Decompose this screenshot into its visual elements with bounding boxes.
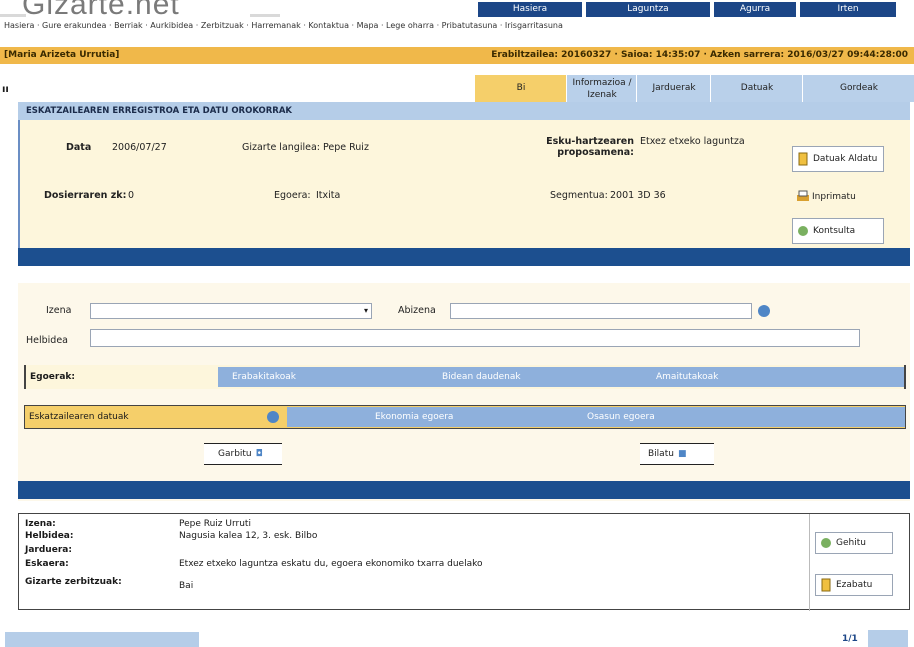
search-icon[interactable] xyxy=(758,305,770,317)
user-name: [Maria Arizeta Urrutia] xyxy=(4,50,120,60)
tab-bar: Bi Informazioa / Izenak Jarduerak Datuak… xyxy=(0,75,914,104)
address-input[interactable] xyxy=(90,329,860,347)
scroll-corner[interactable] xyxy=(868,630,908,647)
edit-icon xyxy=(797,152,809,166)
filter-pending[interactable]: Bidean daudenak xyxy=(442,367,521,387)
result-row: Jarduera: xyxy=(25,545,72,555)
query-button[interactable]: Kontsulta xyxy=(792,218,884,244)
results-box: Izena: Pepe Ruiz Urruti Helbidea: Nagusi… xyxy=(18,513,910,611)
group-toggle-icon[interactable] xyxy=(267,411,279,423)
file-label: Dosierraren zk: xyxy=(44,190,127,201)
group-health[interactable]: Osasun egoera xyxy=(587,407,655,427)
program-value: Etxez etxeko laguntza xyxy=(640,136,745,147)
filter-decided[interactable]: Erabakitakoak xyxy=(232,367,296,387)
print-button[interactable]: Inprimatu xyxy=(792,184,884,210)
edit-data-button[interactable]: Datuak Aldatu xyxy=(792,146,884,172)
session-info: Erabiltzailea: 20160327 · Saioa: 14:35:0… xyxy=(491,50,908,60)
status-value: Itxita xyxy=(316,190,341,201)
result-value: Pepe Ruiz Urruti xyxy=(179,519,251,529)
delete-button[interactable]: Ezabatu xyxy=(815,574,893,596)
tab-gordeak[interactable]: Gordeak xyxy=(802,75,914,102)
worker-name: Gizarte langilea: Pepe Ruiz xyxy=(242,142,369,153)
segment-label: Segmentua: xyxy=(550,190,608,201)
result-value: Nagusia kalea 12, 3. esk. Bilbo xyxy=(179,531,318,541)
bottom-bar xyxy=(5,632,199,647)
status-filter-label: Egoerak: xyxy=(30,372,75,382)
name-label: Izena xyxy=(46,305,72,316)
clear-button[interactable]: Garbitu ◘ xyxy=(204,443,282,465)
group-economic[interactable]: Ekonomia egoera xyxy=(375,407,453,427)
tab-bi[interactable]: Bi xyxy=(474,75,567,102)
page-number: 1/1 xyxy=(842,634,858,644)
tab-datuak[interactable]: Datuak xyxy=(710,75,803,102)
file-value: 0 xyxy=(128,190,135,201)
group-filter-row: Eskatzailearen datuak Ekonomia egoera Os… xyxy=(24,405,906,429)
address-label: Helbidea xyxy=(26,335,68,346)
nav-help[interactable]: Laguntza xyxy=(586,2,710,17)
result-row: Helbidea: xyxy=(25,531,74,541)
status-filter-row: Egoerak: Erabakitakoak Bidean daudenak A… xyxy=(24,365,906,389)
search-button[interactable]: Bilatu ■ xyxy=(640,443,714,465)
nav-home[interactable]: Hasiera xyxy=(478,2,582,17)
surname-input[interactable] xyxy=(450,303,752,319)
segment-value: 2001 3D 36 xyxy=(610,190,666,201)
add-button[interactable]: Gehitu xyxy=(815,532,893,554)
case-panel-footer xyxy=(18,248,910,266)
user-bar: [Maria Arizeta Urrutia] Erabiltzailea: 2… xyxy=(0,47,914,64)
tab-informazioa[interactable]: Informazioa / Izenak xyxy=(566,75,637,104)
logo-underline-right xyxy=(250,14,280,17)
results-divider xyxy=(809,514,810,611)
surname-label: Abizena xyxy=(398,305,436,316)
result-row: Gizarte zerbitzuak: xyxy=(25,577,122,587)
result-row: Izena: xyxy=(25,519,56,529)
tab-jarduerak[interactable]: Jarduerak xyxy=(636,75,711,102)
nav-exit[interactable]: Irten xyxy=(800,2,896,17)
case-panel: Data 2006/07/27 Gizarte langilea: Pepe R… xyxy=(18,120,910,248)
search-panel: Izena ▾ Abizena Helbidea Egoerak: Erabak… xyxy=(18,283,910,501)
result-value: Bai xyxy=(179,581,194,591)
printer-icon xyxy=(796,190,809,204)
group-filter-label: Eskatzailearen datuak xyxy=(29,412,129,422)
site-links[interactable]: Hasiera · Gure erakundea · Berriak · Aur… xyxy=(0,19,914,32)
add-icon xyxy=(820,536,832,550)
result-row: Eskaera: xyxy=(25,559,69,569)
date-label: Data xyxy=(66,142,92,153)
nav-bye[interactable]: Agurra xyxy=(714,2,796,17)
status-filter-options: Erabakitakoak Bidean daudenak Amaitutako… xyxy=(218,367,904,387)
program-label: Esku-hartzearen proposamena: xyxy=(546,136,634,158)
filter-finished[interactable]: Amaitutakoak xyxy=(656,367,718,387)
section-title: ESKATZAILEAREN ERREGISTROA ETA DATU OROK… xyxy=(18,102,910,120)
top-nav: Hasiera Laguntza Agurra Irten xyxy=(478,2,896,17)
status-label: Egoera: xyxy=(274,190,311,201)
query-icon xyxy=(797,224,809,238)
delete-icon xyxy=(820,578,832,592)
go-icon: ■ xyxy=(677,449,687,459)
chevron-down-icon: ▾ xyxy=(363,306,368,315)
search-panel-footer xyxy=(18,481,910,499)
group-filter-options: Ekonomia egoera Osasun egoera xyxy=(287,407,905,427)
name-select[interactable]: ▾ xyxy=(90,303,372,319)
result-value: Etxez etxeko laguntza eskatu du, egoera … xyxy=(179,559,483,569)
date-value: 2006/07/27 xyxy=(112,142,167,153)
clear-icon: ◘ xyxy=(255,449,263,459)
